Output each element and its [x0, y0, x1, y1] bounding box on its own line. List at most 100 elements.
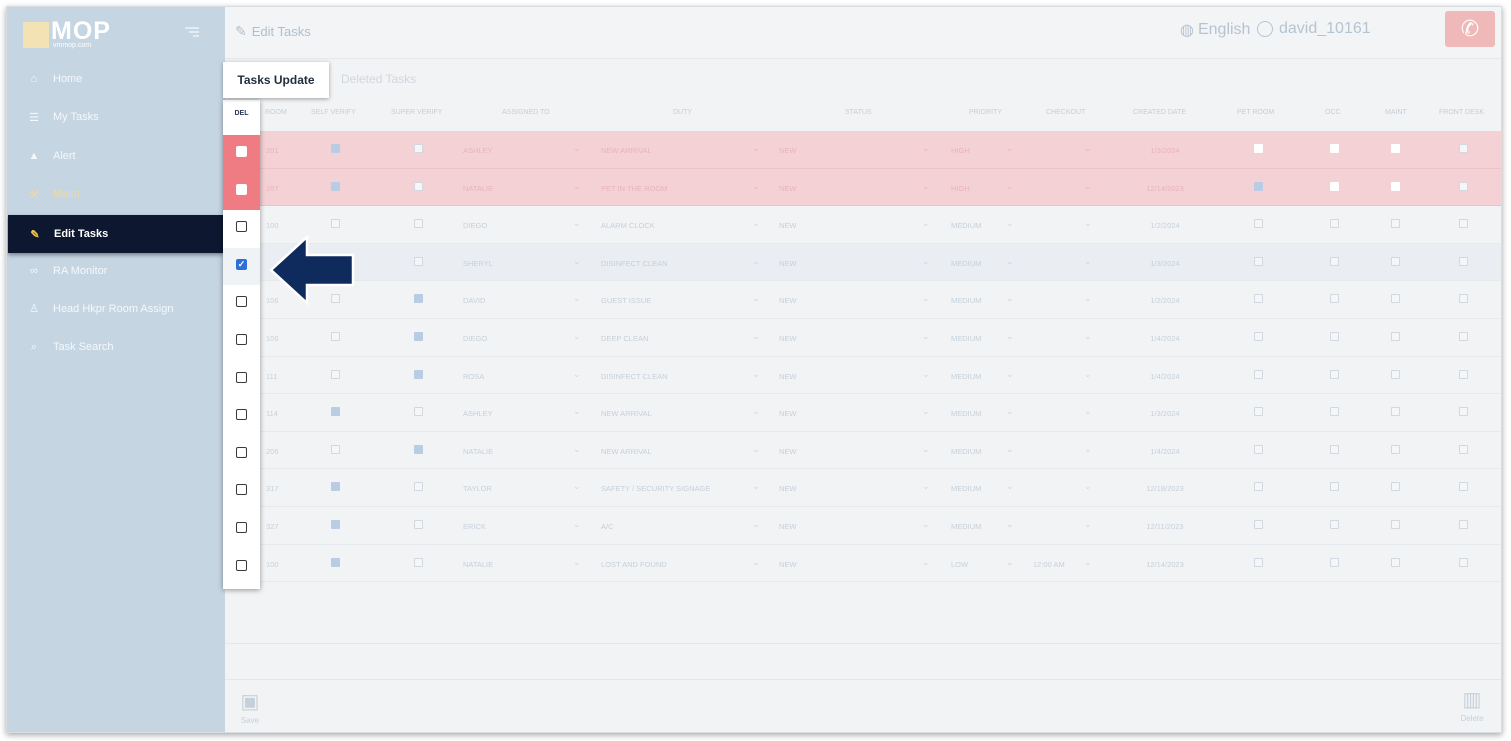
assigned-to-select[interactable]: DAVID: [463, 296, 485, 305]
super-verify-checkbox[interactable]: [414, 557, 423, 567]
duty-select[interactable]: DEEP CLEAN: [601, 334, 648, 343]
super-verify-checkbox[interactable]: [414, 519, 423, 529]
delete-checkbox[interactable]: ✓: [236, 258, 247, 270]
self-verify-checkbox[interactable]: [331, 444, 340, 454]
delete-checkbox[interactable]: [236, 296, 247, 308]
status-select[interactable]: NEW: [779, 296, 797, 305]
duty-select[interactable]: DISINFECT CLEAN: [601, 259, 668, 268]
save-button[interactable]: ▣ Save: [239, 689, 261, 725]
delete-checkbox[interactable]: [236, 559, 247, 571]
delete-checkbox[interactable]: [236, 522, 247, 533]
delete-checkbox[interactable]: [236, 409, 247, 421]
front-desk-checkbox[interactable]: [1459, 219, 1468, 229]
maint-checkbox[interactable]: [1391, 482, 1400, 492]
front-desk-checkbox[interactable]: [1459, 407, 1468, 417]
occ-checkbox[interactable]: [1330, 482, 1339, 492]
occ-checkbox[interactable]: [1330, 331, 1339, 341]
occ-checkbox[interactable]: [1330, 256, 1339, 266]
priority-select[interactable]: MEDIUM: [951, 522, 981, 531]
occ-checkbox[interactable]: [1330, 444, 1339, 454]
pet-room-checkbox[interactable]: [1254, 331, 1263, 341]
occ-checkbox[interactable]: [1330, 519, 1339, 529]
occ-checkbox[interactable]: [1330, 181, 1339, 191]
assigned-to-select[interactable]: ASHLEY: [463, 146, 493, 155]
pet-room-checkbox[interactable]: [1254, 256, 1263, 266]
status-select[interactable]: NEW: [779, 409, 797, 418]
assigned-to-select[interactable]: NATALIE: [463, 447, 493, 456]
self-verify-checkbox[interactable]: [331, 181, 340, 191]
pet-room-checkbox[interactable]: [1254, 181, 1263, 191]
status-select[interactable]: NEW: [779, 334, 797, 343]
pet-room-checkbox[interactable]: [1254, 369, 1263, 379]
maint-checkbox[interactable]: [1391, 294, 1400, 304]
duty-select[interactable]: NEW ARRIVAL: [601, 146, 652, 155]
language-selector[interactable]: ◍ English: [1180, 20, 1250, 40]
status-select[interactable]: NEW: [779, 221, 797, 230]
duty-select[interactable]: GUEST ISSUE: [601, 296, 651, 305]
status-select[interactable]: NEW: [779, 146, 797, 155]
duty-select[interactable]: NEW ARRIVAL: [601, 447, 652, 456]
self-verify-checkbox[interactable]: [331, 557, 340, 567]
sidebar-item-ra-monitor[interactable]: ∞ RA Monitor: [7, 251, 225, 289]
menu-toggle-icon[interactable]: [185, 27, 199, 39]
assigned-to-select[interactable]: DIEGO: [463, 221, 487, 230]
duty-select[interactable]: LOST AND FOUND: [601, 560, 667, 569]
super-verify-checkbox[interactable]: [414, 482, 423, 492]
delete-checkbox[interactable]: [236, 183, 247, 195]
super-verify-checkbox[interactable]: [414, 331, 423, 341]
super-verify-checkbox[interactable]: [414, 407, 423, 417]
priority-select[interactable]: MEDIUM: [951, 409, 981, 418]
duty-select[interactable]: SAFETY / SECURITY SIGNAGE: [601, 484, 710, 493]
priority-select[interactable]: MEDIUM: [951, 259, 981, 268]
occ-checkbox[interactable]: [1330, 219, 1339, 229]
pet-room-checkbox[interactable]: [1254, 557, 1263, 567]
front-desk-checkbox[interactable]: [1459, 482, 1468, 492]
super-verify-checkbox[interactable]: [414, 369, 423, 379]
duty-select[interactable]: ALARM CLOCK: [601, 221, 655, 230]
pet-room-checkbox[interactable]: [1254, 144, 1263, 153]
tab-deleted-tasks[interactable]: Deleted Tasks: [341, 72, 416, 86]
maint-checkbox[interactable]: [1391, 331, 1400, 341]
maint-checkbox[interactable]: [1391, 519, 1400, 529]
status-select[interactable]: NEW: [779, 184, 797, 193]
status-select[interactable]: NEW: [779, 560, 797, 569]
delete-checkbox[interactable]: [236, 484, 247, 496]
front-desk-checkbox[interactable]: [1459, 144, 1468, 153]
front-desk-checkbox[interactable]: [1459, 331, 1468, 341]
self-verify-checkbox[interactable]: [331, 482, 340, 492]
priority-select[interactable]: MEDIUM: [951, 484, 981, 493]
duty-select[interactable]: PET IN THE ROOM: [601, 184, 667, 193]
pet-room-checkbox[interactable]: [1254, 444, 1263, 454]
self-verify-checkbox[interactable]: [331, 407, 340, 417]
delete-checkbox[interactable]: [236, 334, 247, 345]
pet-room-checkbox[interactable]: [1254, 482, 1263, 492]
priority-select[interactable]: HIGH: [951, 146, 970, 155]
assigned-to-select[interactable]: NATALIE: [463, 184, 493, 193]
maint-checkbox[interactable]: [1391, 181, 1400, 191]
maint-checkbox[interactable]: [1391, 407, 1400, 417]
priority-select[interactable]: HIGH: [951, 184, 970, 193]
occ-checkbox[interactable]: [1330, 144, 1339, 153]
assigned-to-select[interactable]: TAYLOR: [463, 484, 492, 493]
checkout-select[interactable]: 12:00 AM: [1033, 560, 1065, 569]
user-menu[interactable]: david_10161: [1257, 20, 1371, 38]
front-desk-checkbox[interactable]: [1459, 256, 1468, 266]
priority-select[interactable]: LOW: [951, 560, 968, 569]
assigned-to-select[interactable]: ERICK: [463, 522, 486, 531]
duty-select[interactable]: DISINFECT CLEAN: [601, 372, 668, 381]
front-desk-checkbox[interactable]: [1459, 181, 1468, 191]
delete-checkbox[interactable]: [236, 221, 247, 233]
self-verify-checkbox[interactable]: [331, 519, 340, 529]
super-verify-checkbox[interactable]: [414, 256, 423, 266]
tab-tasks-update[interactable]: Tasks Update: [223, 62, 329, 98]
self-verify-checkbox[interactable]: [331, 219, 340, 229]
status-select[interactable]: NEW: [779, 522, 797, 531]
assigned-to-select[interactable]: ROSA: [463, 372, 484, 381]
maint-checkbox[interactable]: [1391, 256, 1400, 266]
duty-select[interactable]: A/C: [601, 522, 614, 531]
sidebar-item-my-tasks[interactable]: ☰ My Tasks: [7, 98, 225, 136]
phone-button[interactable]: ✆: [1445, 11, 1495, 47]
pet-room-checkbox[interactable]: [1254, 407, 1263, 417]
priority-select[interactable]: MEDIUM: [951, 334, 981, 343]
delete-checkbox[interactable]: [236, 146, 247, 157]
